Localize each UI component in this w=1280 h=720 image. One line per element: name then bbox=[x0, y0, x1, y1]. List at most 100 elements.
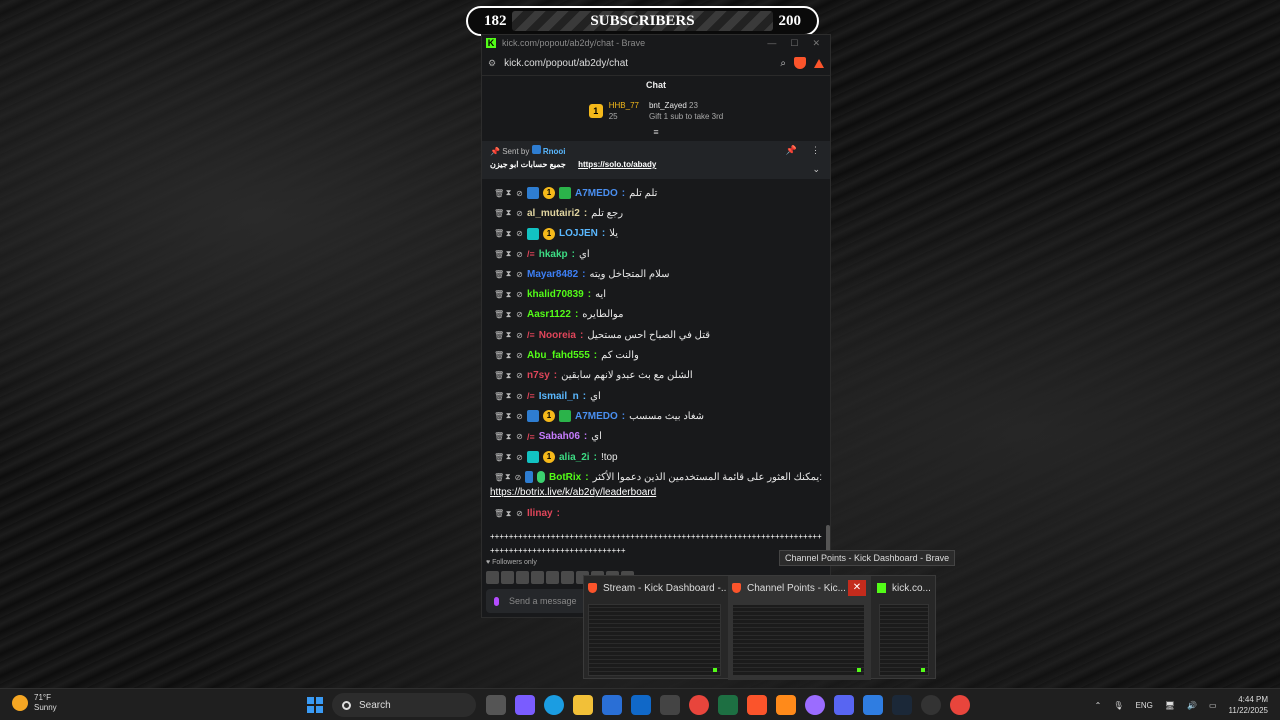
chat-message-row[interactable]: 🗑 ⧗ ⊘ 1 LOJJEN: يلا bbox=[494, 224, 822, 244]
edge-icon[interactable] bbox=[544, 695, 564, 715]
chat-username[interactable]: Ismail_n bbox=[539, 391, 579, 402]
task-view-icon[interactable] bbox=[486, 695, 506, 715]
unpin-icon[interactable]: 📌 bbox=[786, 145, 797, 156]
brave-icon[interactable] bbox=[747, 695, 767, 715]
battery-icon[interactable]: ▭ bbox=[1209, 701, 1217, 710]
streaming-app-icon[interactable] bbox=[776, 695, 796, 715]
chat-message-row[interactable]: 🗑 ⧗ ⊘ 1 alia_2i: !top bbox=[494, 447, 822, 467]
pinned-link[interactable]: https://solo.to/abady bbox=[578, 160, 656, 169]
preview-thumbnail[interactable] bbox=[588, 604, 721, 676]
timeout-icon[interactable]: ⧗ bbox=[505, 472, 511, 482]
timeout-icon[interactable]: ⧗ bbox=[505, 351, 512, 361]
settings-icon[interactable] bbox=[660, 695, 680, 715]
ban-icon[interactable]: ⊘ bbox=[516, 209, 523, 218]
timeout-icon[interactable]: ⧗ bbox=[505, 432, 512, 442]
botrix-leaderboard-link[interactable]: https://botrix.live/k/ab2dy/leaderboard bbox=[490, 487, 822, 503]
taskbar-search[interactable]: Search bbox=[332, 693, 476, 717]
chat-username[interactable]: Mayar8482 bbox=[527, 269, 578, 280]
delete-icon[interactable]: 🗑 bbox=[494, 250, 504, 259]
delete-icon[interactable]: 🗑 bbox=[494, 392, 504, 401]
outlook-icon[interactable] bbox=[631, 695, 651, 715]
app-icon[interactable] bbox=[921, 695, 941, 715]
ban-icon[interactable]: ⊘ bbox=[516, 270, 523, 279]
delete-icon[interactable]: 🗑 bbox=[494, 310, 504, 319]
timeout-icon[interactable]: ⧗ bbox=[505, 411, 512, 421]
expand-leaderboard-icon[interactable]: ≡ bbox=[482, 128, 830, 137]
chevron-up-icon[interactable]: ⌃ bbox=[1095, 701, 1102, 710]
chat-message-row[interactable]: 🗑 ⧗ ⊘ n7sy: الشلن مع بث عبدو لانهم سابقين bbox=[494, 366, 822, 386]
chat-username[interactable]: Nooreia bbox=[539, 330, 576, 341]
delete-icon[interactable]: 🗑 bbox=[494, 209, 504, 218]
start-button-icon[interactable] bbox=[307, 697, 323, 713]
chat-message-row[interactable]: 🗑 ⧗ ⊘ Ilinay: bbox=[494, 503, 822, 523]
maximize-icon[interactable]: ☐ bbox=[790, 38, 798, 49]
ban-icon[interactable]: ⊘ bbox=[516, 290, 523, 299]
delete-icon[interactable]: 🗑 bbox=[494, 290, 504, 299]
timeout-icon[interactable]: ⧗ bbox=[505, 188, 512, 198]
minimize-icon[interactable]: — bbox=[767, 38, 776, 49]
ban-icon[interactable]: ⊘ bbox=[515, 473, 522, 482]
timeout-icon[interactable]: ⧗ bbox=[505, 310, 512, 320]
ban-icon[interactable]: ⊘ bbox=[516, 229, 523, 238]
chrome-icon[interactable] bbox=[950, 695, 970, 715]
excel-icon[interactable] bbox=[718, 695, 738, 715]
brave-rewards-icon[interactable] bbox=[814, 58, 824, 68]
chat-username[interactable]: Ilinay bbox=[527, 508, 553, 519]
preview-thumbnail[interactable] bbox=[879, 604, 929, 676]
timeout-icon[interactable]: ⧗ bbox=[505, 371, 512, 381]
url-text[interactable]: kick.com/popout/ab2dy/chat bbox=[504, 58, 772, 69]
ban-icon[interactable]: ⊘ bbox=[516, 310, 523, 319]
delete-icon[interactable]: 🗑 bbox=[494, 270, 504, 279]
chat-username[interactable]: al_mutairi2 bbox=[527, 208, 580, 219]
pinned-message[interactable]: 📌 Sent by Rnooi جميع حسابات ابو جيزن htt… bbox=[482, 141, 830, 179]
timeout-icon[interactable]: ⧗ bbox=[505, 290, 512, 300]
timeout-icon[interactable]: ⧗ bbox=[505, 208, 512, 218]
timeout-icon[interactable]: ⧗ bbox=[505, 229, 512, 239]
delete-icon[interactable]: 🗑 bbox=[494, 432, 504, 441]
chat-message-row[interactable]: 🗑 ⧗ ⊘ Aasr1122: موالطايره bbox=[494, 305, 822, 325]
clock[interactable]: 4:44 PM 11/22/2025 bbox=[1229, 694, 1268, 716]
ban-icon[interactable]: ⊘ bbox=[516, 331, 523, 340]
network-icon[interactable]: 🖥 bbox=[1165, 701, 1175, 710]
delete-icon[interactable]: 🗑 bbox=[494, 189, 504, 198]
chat-message-row[interactable]: 🗑 ⧗ ⊘ 1 A7MEDO: تلم تلم bbox=[494, 183, 822, 203]
discord-icon[interactable] bbox=[834, 695, 854, 715]
delete-icon[interactable]: 🗑 bbox=[494, 229, 504, 238]
chat-message-row[interactable]: 🗑 ⧗ ⊘ BotRix: يمكنك العثور على قائمة المستخد… bbox=[494, 467, 822, 487]
chat-message-row[interactable]: 🗑 ⧗ ⊘ Abu_fahd555: والنت كم bbox=[494, 345, 822, 365]
chat-username[interactable]: khalid70839 bbox=[527, 289, 584, 300]
timeout-icon[interactable]: ⧗ bbox=[505, 269, 512, 279]
send-message-input[interactable]: Send a message bbox=[486, 589, 586, 613]
preview-kick[interactable]: kick.co... bbox=[873, 576, 935, 680]
ban-icon[interactable]: ⊘ bbox=[516, 412, 523, 421]
timeout-icon[interactable]: ⧗ bbox=[505, 249, 512, 259]
file-explorer-icon[interactable] bbox=[573, 695, 593, 715]
volume-icon[interactable]: 🔊 bbox=[1187, 701, 1197, 710]
ban-icon[interactable]: ⊘ bbox=[516, 189, 523, 198]
steam-icon[interactable] bbox=[892, 695, 912, 715]
chevron-down-icon[interactable]: ⌄ bbox=[812, 164, 820, 175]
ban-icon[interactable]: ⊘ bbox=[516, 432, 523, 441]
timeout-icon[interactable]: ⧗ bbox=[505, 391, 512, 401]
chat-username[interactable]: A7MEDO bbox=[575, 411, 618, 422]
zoom-search-icon[interactable]: ⌕ bbox=[780, 58, 786, 69]
preview-channel-points[interactable]: Channel Points - Kic... ✕ bbox=[728, 576, 871, 680]
close-window-icon[interactable]: ✕ bbox=[812, 38, 820, 49]
brave-shields-icon[interactable] bbox=[794, 57, 806, 69]
obs-icon[interactable] bbox=[805, 695, 825, 715]
microphone-icon[interactable] bbox=[494, 596, 499, 606]
ban-icon[interactable]: ⊘ bbox=[516, 453, 523, 462]
language-indicator[interactable]: ENG bbox=[1136, 701, 1153, 710]
microphone-icon[interactable]: 🎙 bbox=[1113, 701, 1123, 710]
chat-username[interactable]: Sabah06 bbox=[539, 431, 580, 442]
close-preview-button[interactable]: ✕ bbox=[848, 580, 866, 596]
ban-icon[interactable]: ⊘ bbox=[516, 351, 523, 360]
ban-icon[interactable]: ⊘ bbox=[516, 250, 523, 259]
store-icon[interactable] bbox=[602, 695, 622, 715]
chat-username[interactable]: alia_2i bbox=[559, 452, 590, 463]
chat-username[interactable]: Aasr1122 bbox=[527, 309, 571, 320]
delete-icon[interactable]: 🗑 bbox=[494, 453, 504, 462]
delete-icon[interactable]: 🗑 bbox=[494, 412, 504, 421]
timeout-icon[interactable]: ⧗ bbox=[505, 330, 512, 340]
chat-username[interactable]: hkakp bbox=[539, 249, 568, 260]
